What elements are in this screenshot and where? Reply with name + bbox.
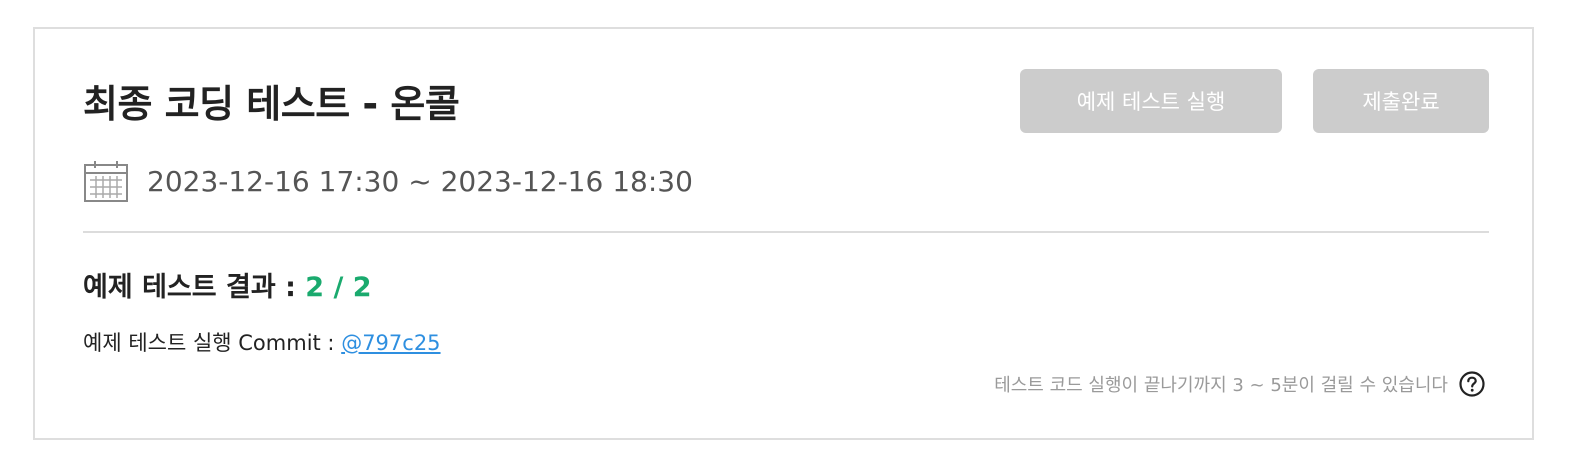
result-label: 예제 테스트 결과 : (83, 272, 306, 303)
notice-text: 테스트 코드 실행이 끝나기까지 3 ~ 5분이 걸릴 수 있습니다 (994, 375, 1448, 396)
test-card: 최종 코딩 테스트 - 온콜 예제 테스트 실행 제출완료 2023-12-16… (33, 27, 1534, 440)
commit-link[interactable]: @797c25 (341, 331, 440, 355)
example-test-result: 예제 테스트 결과 : 2 / 2 (83, 265, 372, 304)
submit-button[interactable]: 제출완료 (1313, 69, 1489, 133)
run-time-notice: 테스트 코드 실행이 끝나기까지 3 ~ 5분이 걸릴 수 있습니다 (994, 369, 1486, 399)
commit-label: 예제 테스트 실행 Commit : (83, 331, 342, 355)
page-title: 최종 코딩 테스트 - 온콜 (83, 82, 460, 126)
schedule-period: 2023-12-16 17:30 ~ 2023-12-16 18:30 (147, 164, 693, 198)
divider (83, 231, 1489, 233)
calendar-icon (84, 161, 128, 202)
help-icon[interactable] (1458, 370, 1486, 398)
schedule-row: 2023-12-16 17:30 ~ 2023-12-16 18:30 (83, 159, 693, 203)
commit-row: 예제 테스트 실행 Commit : @797c25 (83, 327, 441, 357)
result-score: 2 / 2 (305, 272, 372, 303)
run-example-test-button[interactable]: 예제 테스트 실행 (1020, 69, 1282, 133)
